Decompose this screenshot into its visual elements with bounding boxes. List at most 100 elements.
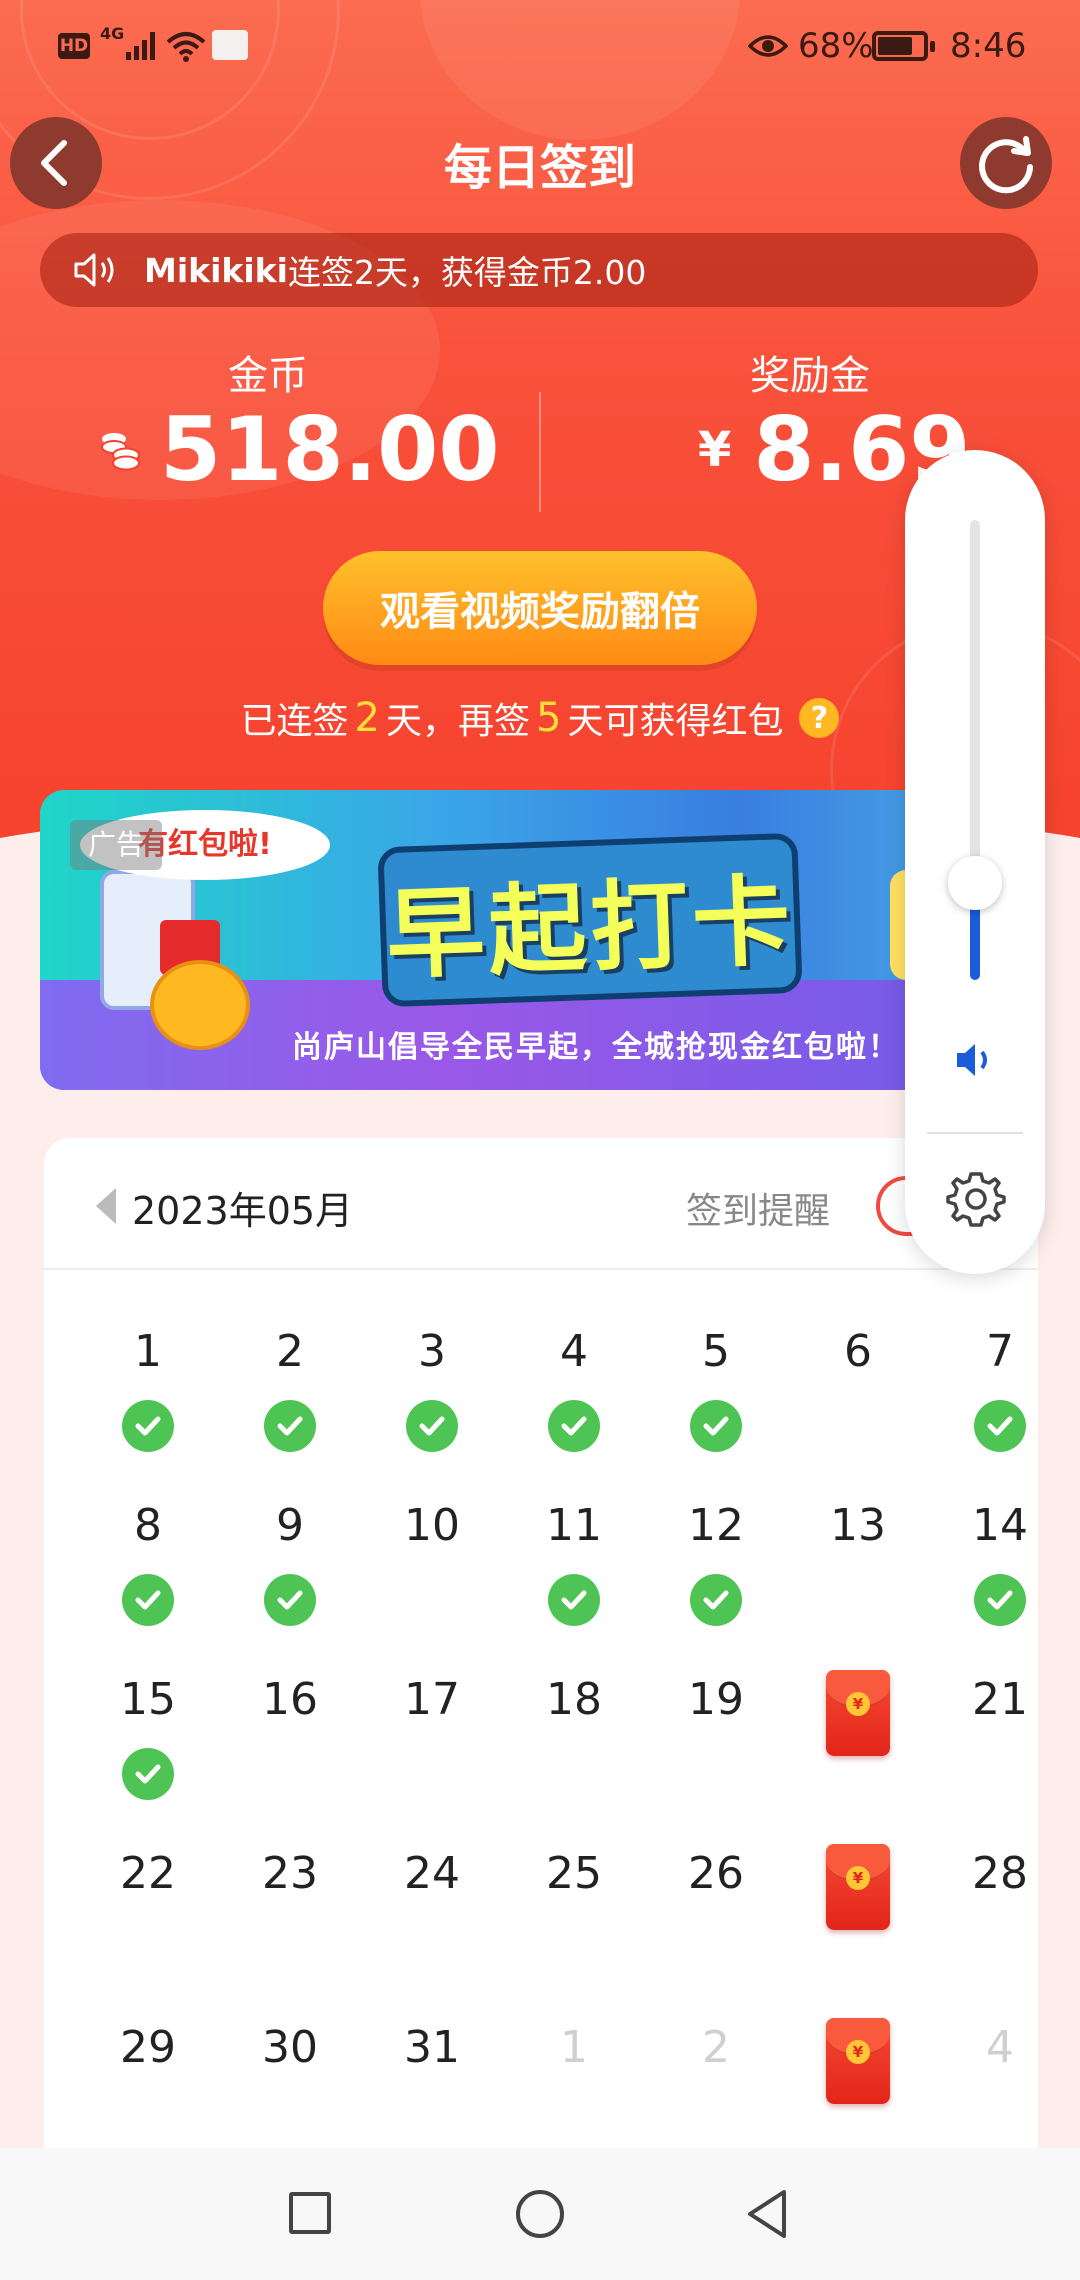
calendar-day[interactable]: 28	[930, 1848, 1070, 1899]
volume-slider-handle[interactable]	[948, 856, 1002, 910]
volume-panel	[905, 450, 1045, 1274]
currency-symbol: ¥	[698, 421, 732, 478]
checked-icon	[690, 1574, 742, 1626]
calendar-day[interactable]: 8	[78, 1500, 218, 1551]
calendar-day[interactable]: 12	[646, 1500, 786, 1551]
calendar-day[interactable]: 19	[646, 1674, 786, 1725]
checked-icon	[264, 1574, 316, 1626]
streak-prefix: 已连签	[240, 701, 349, 742]
settings-gear-icon[interactable]	[945, 1168, 1007, 1230]
packet-glyph: ¥	[846, 1692, 870, 1716]
calendar-day[interactable]: 4	[504, 1326, 644, 1377]
calendar-day[interactable]: 6	[788, 1326, 928, 1377]
coins-label: 金币	[228, 353, 308, 399]
page-title: 每日签到	[443, 140, 636, 196]
clock: 8:46	[950, 26, 1027, 66]
streak-suffix: 天可获得红包	[567, 701, 784, 742]
calendar-day[interactable]: 18	[504, 1674, 644, 1725]
back-triangle-icon[interactable]	[744, 2188, 790, 2240]
red-packet-icon[interactable]: ¥	[826, 1844, 890, 1930]
streak-middle: 天，再签	[385, 701, 530, 742]
checked-icon	[974, 1400, 1026, 1452]
calendar-day[interactable]: 31	[362, 2022, 502, 2073]
signal-icon: 4G	[100, 24, 155, 60]
help-icon[interactable]: ?	[799, 698, 840, 738]
notice-username: Mikikiki	[144, 250, 288, 290]
checked-icon	[264, 1400, 316, 1452]
calendar-header: 2023年05月 签到提醒	[44, 1138, 1038, 1270]
calendar-day[interactable]: 2	[646, 2022, 786, 2073]
ad-headline: 早起打卡	[377, 832, 803, 1008]
coins-icon	[101, 432, 140, 470]
calendar-day[interactable]: 9	[220, 1500, 360, 1551]
calendar-day[interactable]: 1	[78, 1326, 218, 1377]
coin-illustration	[150, 960, 250, 1050]
volume-icon[interactable]	[953, 1040, 999, 1080]
checked-icon	[974, 1574, 1026, 1626]
refresh-button[interactable]	[960, 117, 1052, 209]
system-nav-bar	[0, 2148, 1080, 2280]
wifi-icon	[166, 32, 206, 62]
calendar-day[interactable]: 30	[220, 2022, 360, 2073]
calendar-day[interactable]: 16	[220, 1674, 360, 1725]
calendar-day[interactable]: 15	[78, 1674, 218, 1725]
calendar-day[interactable]: 26	[646, 1848, 786, 1899]
watch-video-double-button[interactable]: 观看视频奖励翻倍	[323, 551, 757, 665]
reward-label: 奖励金	[750, 353, 870, 399]
previous-month-icon[interactable]	[96, 1188, 116, 1224]
home-icon[interactable]	[516, 2190, 564, 2238]
calendar-day[interactable]: 17	[362, 1674, 502, 1725]
calendar-month: 2023年05月	[132, 1189, 354, 1233]
calendar-day[interactable]: 21	[930, 1674, 1070, 1725]
app-notification-icon	[212, 30, 248, 60]
signin-reminder-label: 签到提醒	[686, 1191, 831, 1232]
calendar-day[interactable]: 25	[504, 1848, 644, 1899]
network-type: 4G	[100, 24, 125, 43]
checked-icon	[406, 1400, 458, 1452]
calendar-day[interactable]: 4	[930, 2022, 1070, 2073]
calendar-day[interactable]: 3	[362, 1326, 502, 1377]
packet-glyph: ¥	[846, 1866, 870, 1890]
coins-value: 518.00	[160, 398, 500, 501]
streak-days-signed: 2	[354, 695, 380, 741]
volume-divider	[927, 1132, 1023, 1134]
recent-apps-icon[interactable]	[289, 2192, 331, 2234]
checked-icon	[690, 1400, 742, 1452]
ad-slogan: 尚庐山倡导全民早起，全城抢现金红包啦！	[292, 1030, 900, 1065]
packet-glyph: ¥	[846, 2040, 870, 2064]
calendar-day[interactable]: 7	[930, 1326, 1070, 1377]
calendar-day[interactable]: 5	[646, 1326, 786, 1377]
refresh-icon	[979, 136, 1033, 194]
calendar-day[interactable]: 10	[362, 1500, 502, 1551]
ad-banner[interactable]: 有红包啦! 广告 早起打卡 尚庐山倡导全民早起，全城抢现金红包啦！	[40, 790, 1038, 1090]
calendar-day[interactable]: 24	[362, 1848, 502, 1899]
red-packet-icon[interactable]: ¥	[826, 1670, 890, 1756]
hd-badge: HD	[58, 33, 90, 59]
calendar-day[interactable]: 23	[220, 1848, 360, 1899]
status-bar: HD 4G 68% 8:46	[0, 0, 1080, 92]
calendar-day[interactable]: 2	[220, 1326, 360, 1377]
checked-icon	[122, 1574, 174, 1626]
speaker-icon	[74, 253, 114, 287]
eye-icon	[748, 35, 788, 57]
signin-calendar: 2023年05月 签到提醒 1 2 3 4 5 6 7 8 9 10 11 12 13 14 15 16 17 1…	[44, 1138, 1038, 2280]
battery-icon	[872, 31, 935, 61]
calendar-day[interactable]: 29	[78, 2022, 218, 2073]
battery-percent: 68%	[798, 26, 874, 66]
checked-icon	[122, 1400, 174, 1452]
calendar-day[interactable]: 13	[788, 1500, 928, 1551]
coins-balance: 518.00	[100, 398, 500, 501]
signin-notice-banner: Mikikiki 连签2天，获得金币2.00	[40, 233, 1038, 307]
balance-divider	[539, 392, 541, 512]
checked-icon	[548, 1574, 600, 1626]
checked-icon	[548, 1400, 600, 1452]
calendar-day[interactable]: 14	[930, 1500, 1070, 1551]
notice-text: 连签2天，获得金币2.00	[287, 253, 647, 292]
red-packet-icon[interactable]: ¥	[826, 2018, 890, 2104]
ad-tag: 广告	[70, 820, 162, 870]
streak-days-remaining: 5	[536, 695, 562, 741]
calendar-day[interactable]: 1	[504, 2022, 644, 2073]
calendar-day[interactable]: 22	[78, 1848, 218, 1899]
checked-icon	[122, 1748, 174, 1800]
calendar-day[interactable]: 11	[504, 1500, 644, 1551]
